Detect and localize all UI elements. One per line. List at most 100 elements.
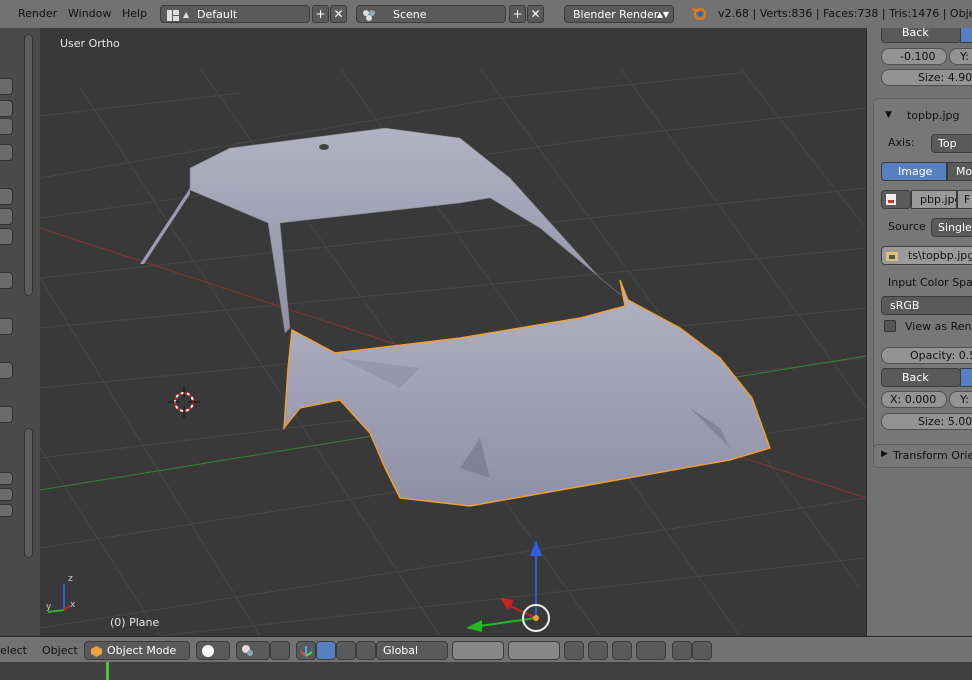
- offset-x-field[interactable]: X: 0.000: [881, 391, 947, 408]
- shelf-tab[interactable]: [0, 188, 13, 205]
- transform-orientation-label: Transform Orie: [893, 449, 972, 462]
- shelf-tab[interactable]: [0, 78, 13, 95]
- top-offset-y-label: Y:: [960, 50, 969, 63]
- shelf-tab[interactable]: [0, 144, 13, 161]
- shelf-tab[interactable]: [0, 228, 13, 245]
- front-button[interactable]: [960, 368, 972, 387]
- transform-manipulator[interactable]: [466, 540, 550, 632]
- menu-render[interactable]: Render: [18, 7, 57, 20]
- tab-image[interactable]: Image: [881, 162, 947, 181]
- add-screen-button[interactable]: +: [312, 5, 329, 23]
- top-back-button[interactable]: Back: [881, 28, 961, 43]
- orientation-dropdown[interactable]: Global: [376, 641, 448, 660]
- timeline-strip[interactable]: [0, 662, 972, 680]
- source-value: Single: [938, 221, 972, 234]
- translate-manipulator[interactable]: [316, 641, 336, 660]
- offset-y-label: Y:: [960, 393, 969, 406]
- render-animation-button[interactable]: [692, 641, 712, 660]
- mode-dropdown[interactable]: Object Mode: [84, 641, 190, 660]
- shelf-tab[interactable]: [0, 362, 13, 379]
- render-engine-dropdown[interactable]: Blender Render ▲▼: [564, 5, 674, 23]
- fake-user-button[interactable]: F: [957, 190, 972, 209]
- menu-help[interactable]: Help: [122, 7, 147, 20]
- top-front-button[interactable]: [960, 28, 972, 43]
- pivot-dropdown[interactable]: [236, 641, 270, 660]
- size-field[interactable]: Size: 5.000: [881, 413, 972, 430]
- manipulate-center-button[interactable]: [270, 641, 290, 660]
- top-offset-x-field[interactable]: -0.100: [881, 48, 947, 65]
- properties-region: Back -0.100 Y: Size: 4.900 ▼ topbp.jpg A…: [866, 28, 972, 636]
- opacity-slider[interactable]: Opacity: 0.5: [881, 347, 972, 364]
- object-mode-icon: [91, 645, 102, 657]
- collapse-arrow-icon[interactable]: ▼: [885, 110, 892, 120]
- back-button[interactable]: Back: [881, 368, 961, 387]
- delete-screen-button[interactable]: ✕: [330, 5, 347, 23]
- filepath-field[interactable]: ts\topbp.jpg: [881, 246, 972, 265]
- scene-statistics: v2.68 | Verts:836 | Faces:738 | Tris:147…: [718, 7, 972, 20]
- offset-y-field[interactable]: Y:: [949, 391, 972, 408]
- proportional-edit-button[interactable]: [588, 641, 608, 660]
- shading-dropdown[interactable]: [196, 641, 230, 660]
- shelf-tab[interactable]: [0, 488, 13, 501]
- top-offset-x-value: -0.100: [900, 50, 936, 63]
- axis-dropdown[interactable]: Top: [931, 134, 972, 153]
- shelf-scrollbar[interactable]: [24, 34, 33, 296]
- 3d-viewport[interactable]: User Ortho (0) Plane z y x: [40, 28, 866, 636]
- source-dropdown[interactable]: Single: [931, 218, 972, 237]
- layers-grid-2[interactable]: [508, 641, 560, 660]
- shelf-tab[interactable]: [0, 318, 13, 335]
- shelf-tab[interactable]: [0, 406, 13, 423]
- shelf-tab[interactable]: [0, 100, 13, 117]
- menu-object[interactable]: Object: [42, 644, 78, 657]
- viewport-canvas[interactable]: [40, 28, 866, 636]
- car-roof-mesh: [140, 127, 623, 334]
- tool-shelf: [0, 28, 41, 636]
- snap-toggle[interactable]: [612, 641, 632, 660]
- top-offset-y-field[interactable]: Y:: [949, 48, 972, 65]
- active-object-label: (0) Plane: [110, 616, 160, 629]
- scene-selector[interactable]: Scene: [356, 5, 506, 23]
- screen-layout-selector[interactable]: ▲ Default: [160, 5, 310, 23]
- close-icon: ✕: [333, 7, 344, 21]
- gizmo-z-label: z: [68, 574, 73, 584]
- image-file-value: pbp.jpg: [920, 193, 956, 206]
- menu-select[interactable]: elect: [0, 644, 27, 657]
- manipulator-toggle[interactable]: [296, 641, 316, 660]
- delete-scene-button[interactable]: ✕: [527, 5, 544, 23]
- color-space-dropdown[interactable]: sRGB: [881, 296, 972, 315]
- screen-layout-value: Default: [197, 8, 238, 21]
- render-opengl-button[interactable]: [672, 641, 692, 660]
- rotate-manipulator[interactable]: [336, 641, 356, 660]
- current-frame-marker[interactable]: [106, 662, 109, 680]
- snap-element-dropdown[interactable]: [636, 641, 666, 660]
- 3d-cursor[interactable]: [168, 386, 200, 418]
- expand-arrow-icon[interactable]: ▶: [881, 449, 888, 459]
- shelf-tab[interactable]: [0, 504, 13, 517]
- image-browse-button[interactable]: [881, 190, 911, 209]
- lock-layers-button[interactable]: [564, 641, 584, 660]
- file-browser-icon: [886, 250, 898, 262]
- shelf-scrollbar[interactable]: [24, 428, 33, 558]
- menu-window[interactable]: Window: [68, 7, 111, 20]
- view-as-render-checkbox[interactable]: [884, 320, 896, 332]
- view-label: User Ortho: [60, 37, 120, 50]
- car-body-mesh[interactable]: [283, 279, 771, 507]
- layers-grid-1[interactable]: [452, 641, 504, 660]
- manipulator-icon: [300, 644, 313, 657]
- image-file-field[interactable]: pbp.jpg: [911, 190, 957, 209]
- offset-x-value: X: 0.000: [890, 393, 937, 406]
- tab-movie[interactable]: Mov: [947, 162, 972, 181]
- orientation-value: Global: [383, 644, 419, 657]
- image-icon: [886, 194, 896, 205]
- info-header: Render Window Help ▲ Default + ✕ Scene +…: [0, 0, 972, 29]
- updown-arrows-icon: ▲: [183, 10, 190, 19]
- scale-manipulator[interactable]: [356, 641, 376, 660]
- shelf-tab[interactable]: [0, 208, 13, 225]
- shelf-tab[interactable]: [0, 118, 13, 135]
- gizmo-x-label: x: [70, 600, 76, 610]
- axis-label: Axis:: [888, 136, 915, 149]
- shelf-tab[interactable]: [0, 472, 13, 485]
- add-scene-button[interactable]: +: [509, 5, 526, 23]
- top-size-field[interactable]: Size: 4.900: [881, 69, 972, 86]
- shelf-tab[interactable]: [0, 272, 13, 289]
